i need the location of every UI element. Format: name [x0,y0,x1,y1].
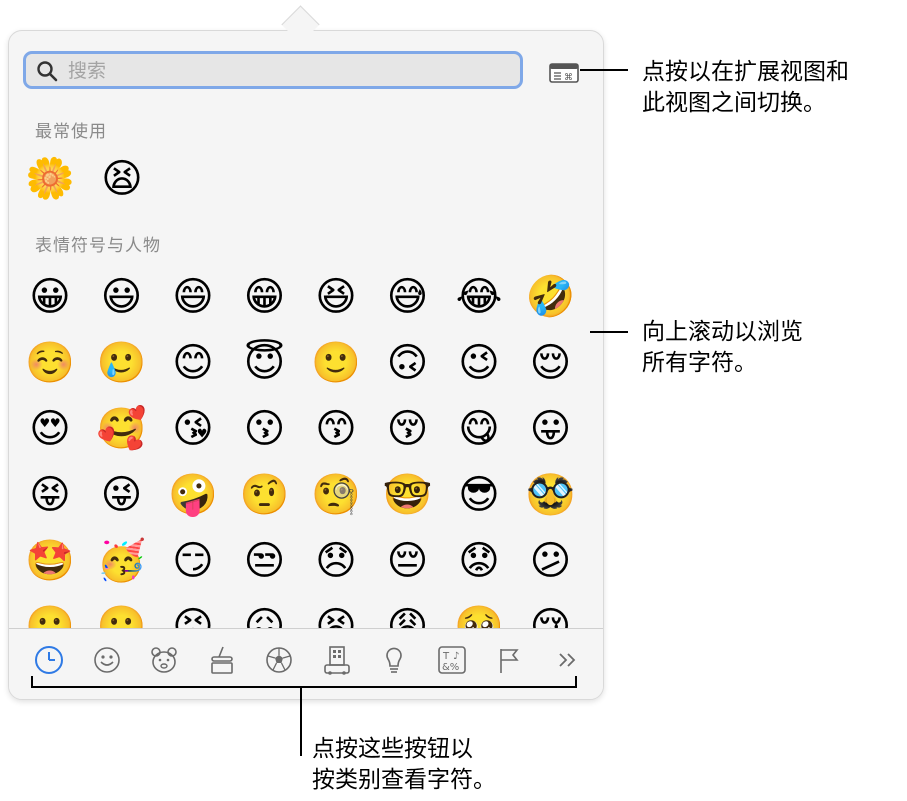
emoji-item[interactable]: 😄 [169,273,217,321]
frequently-used-title: 最常使用 [35,122,107,142]
emoji-item[interactable]: 😖 [241,603,289,628]
categories-callout-line [300,686,302,756]
scroll-callout-line [590,331,628,333]
emoji-item[interactable]: 😃 [98,273,146,321]
clock-icon [35,646,63,674]
recent-tab[interactable] [32,643,66,677]
animals-tab[interactable] [147,643,181,677]
toggle-callout-line2: 此视图之间切换。 [642,90,826,116]
scroll-callout-line2: 所有字符。 [642,350,757,376]
emoji-item[interactable]: 🙂 [311,339,361,387]
emoji-item[interactable]: 🥲 [97,339,147,387]
search-icon [37,61,58,82]
food-icon [210,646,233,674]
emoji-item[interactable]: 😔 [384,537,432,585]
travel-tab[interactable] [320,643,354,677]
emoji-item[interactable]: 😁 [241,273,289,321]
emoji-item[interactable]: 😚 [384,405,432,453]
emoji-grid[interactable]: 😀 😃 😄 😁 😆 😅 😂 🤣 ☺️ 🥲 😊 😇 🙂 🙃 😉 😌 😍 🥰 😘 😗 😙 😚 😋 😛 😝 😜 🤪 🤨 🧐 🤓 😎 🥸 🤩 🥳 😏 😒 😞 😔 😟… [9,266,603,628]
lightbulb-icon [386,647,402,673]
emoji-item[interactable]: 😗 [241,405,289,453]
symbols-tab[interactable]: T ♪ &% [435,643,469,677]
emoji-item[interactable]: 😋 [455,405,503,453]
svg-text:♪: ♪ [453,651,459,662]
emoji-item[interactable]: 😛 [527,405,575,453]
emoji-item[interactable]: 🧐 [311,471,361,519]
category-tab-bar: T ♪ &% [9,628,603,699]
emoji-frequent-item[interactable]: 😫 [98,155,146,203]
emoji-item[interactable]: 🙁 [25,603,75,628]
emoji-item[interactable]: 😍 [26,405,74,453]
toggle-callout-line1: 点按以在扩展视图和 [642,59,849,85]
activity-tab[interactable] [262,643,296,677]
emoji-item[interactable]: 😅 [384,273,432,321]
emoji-item[interactable]: 🥸 [526,471,576,519]
toggle-callout: 点按以在扩展视图和 此视图之间切换。 [642,57,849,119]
symbols-icon: T ♪&% [437,646,466,674]
food-tab[interactable] [205,643,239,677]
emoji-item[interactable]: 😉 [455,339,503,387]
toggle-callout-line [580,69,628,71]
emoji-item[interactable]: ☺️ [25,339,75,387]
categories-bracket-right [575,676,577,688]
emoji-frequent-item[interactable]: 🌼 [25,155,75,203]
emoji-item[interactable]: 😝 [26,471,74,519]
building-icon [323,646,350,675]
more-tab[interactable] [550,643,584,677]
bear-icon [151,647,177,673]
scroll-callout: 向上滚动以浏览 所有字符。 [642,317,803,379]
soccer-ball-icon [266,647,292,673]
emoji-item[interactable]: 😢 [527,603,575,628]
flag-icon [500,649,519,673]
emoji-item[interactable]: 😊 [169,339,217,387]
emoji-item[interactable]: ☹️ [97,603,147,628]
objects-tab[interactable] [377,643,411,677]
search-input[interactable] [66,54,510,88]
svg-text:⌘: ⌘ [564,73,573,83]
emoji-item[interactable]: 😆 [312,273,360,321]
emoji-item[interactable]: 🤪 [168,471,218,519]
smileys-tab[interactable] [90,643,124,677]
emoji-item[interactable]: 🙃 [384,339,432,387]
emoji-item[interactable]: 🤨 [240,471,290,519]
emoji-item[interactable]: 😞 [312,537,360,585]
emoji-item[interactable]: 🥰 [97,405,147,453]
popover-arrow-cover [270,31,330,41]
emoji-item[interactable]: 🥳 [97,537,147,585]
emoji-item[interactable]: 😣 [169,603,217,628]
emoji-item[interactable]: 😒 [241,537,289,585]
smileys-people-title: 表情符号与人物 [35,236,161,256]
categories-callout: 点按这些按钮以 按类别查看字符。 [312,734,496,796]
emoji-item[interactable]: 😀 [26,273,74,321]
emoji-item[interactable]: 😜 [98,471,146,519]
categories-callout-line1: 点按这些按钮以 [312,736,473,762]
categories-bracket-left [31,676,33,688]
smiley-icon [93,647,120,673]
search-field[interactable] [23,51,523,89]
scroll-callout-line1: 向上滚动以浏览 [642,319,803,345]
svg-text:&%: &% [442,662,459,673]
emoji-item[interactable]: 😟 [455,537,503,585]
categories-bracket [31,686,577,688]
emoji-item[interactable]: 🤓 [383,471,433,519]
emoji-item[interactable]: 😎 [455,471,503,519]
emoji-item[interactable]: 🤣 [526,273,576,321]
emoji-item[interactable]: 😩 [384,603,432,628]
flags-tab[interactable] [492,643,526,677]
emoji-item[interactable]: 🤩 [25,537,75,585]
chevron-double-right-icon [558,653,575,667]
character-viewer-popover: ⌘ 最常使用 🌼 😫 表情符号与人物 😀 😃 😄 😁 😆 😅 😂 🤣 ☺️ 🥲 😊 😇 🙂 🙃 😉 😌 😍 🥰 😘 😗 😙… [8,30,604,700]
emoji-item[interactable]: 😘 [169,405,217,453]
categories-callout-line2: 按类别查看字符。 [312,767,496,793]
emoji-item[interactable]: 😏 [169,537,217,585]
emoji-item[interactable]: 😇 [241,339,289,387]
emoji-item[interactable]: 😌 [527,339,575,387]
svg-text:T: T [442,651,450,662]
emoji-item[interactable]: 😂 [455,273,503,321]
emoji-item[interactable]: 😫 [312,603,360,628]
expand-view-toggle-icon[interactable]: ⌘ [549,61,579,85]
emoji-item[interactable]: 🥺 [454,603,504,628]
emoji-item[interactable]: 😙 [312,405,360,453]
emoji-item[interactable]: 😕 [527,537,575,585]
